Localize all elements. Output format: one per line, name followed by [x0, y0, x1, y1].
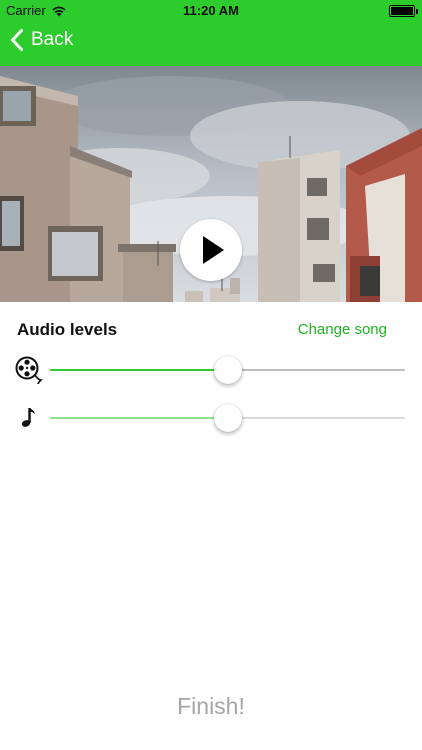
music-note-icon — [21, 408, 35, 427]
navigation-bar: Back — [0, 22, 422, 66]
top-bar: Carrier 11:20 AM Back — [0, 0, 422, 66]
slider-thumb[interactable] — [214, 404, 242, 432]
battery-fill — [391, 7, 413, 15]
play-icon — [203, 236, 224, 264]
battery-icon — [389, 5, 418, 17]
change-song-button[interactable]: Change song — [298, 321, 387, 338]
back-chevron-icon — [11, 29, 23, 51]
back-label: Back — [31, 29, 74, 50]
status-bar: Carrier 11:20 AM — [0, 0, 422, 22]
play-button[interactable] — [180, 219, 242, 281]
battery-nub — [416, 9, 418, 14]
music-volume-slider[interactable] — [50, 403, 405, 433]
video-volume-slider[interactable] — [50, 355, 405, 385]
status-time: 11:20 AM — [183, 3, 239, 18]
back-button[interactable]: Back — [10, 28, 73, 52]
slider-fill — [50, 417, 228, 419]
video-preview[interactable] — [0, 66, 422, 302]
audio-levels-title: Audio levels — [17, 320, 118, 339]
slider-thumb[interactable] — [214, 356, 242, 384]
film-reel-icon — [15, 356, 43, 384]
slider-fill — [50, 369, 228, 371]
finish-button[interactable]: Finish! — [0, 693, 422, 720]
